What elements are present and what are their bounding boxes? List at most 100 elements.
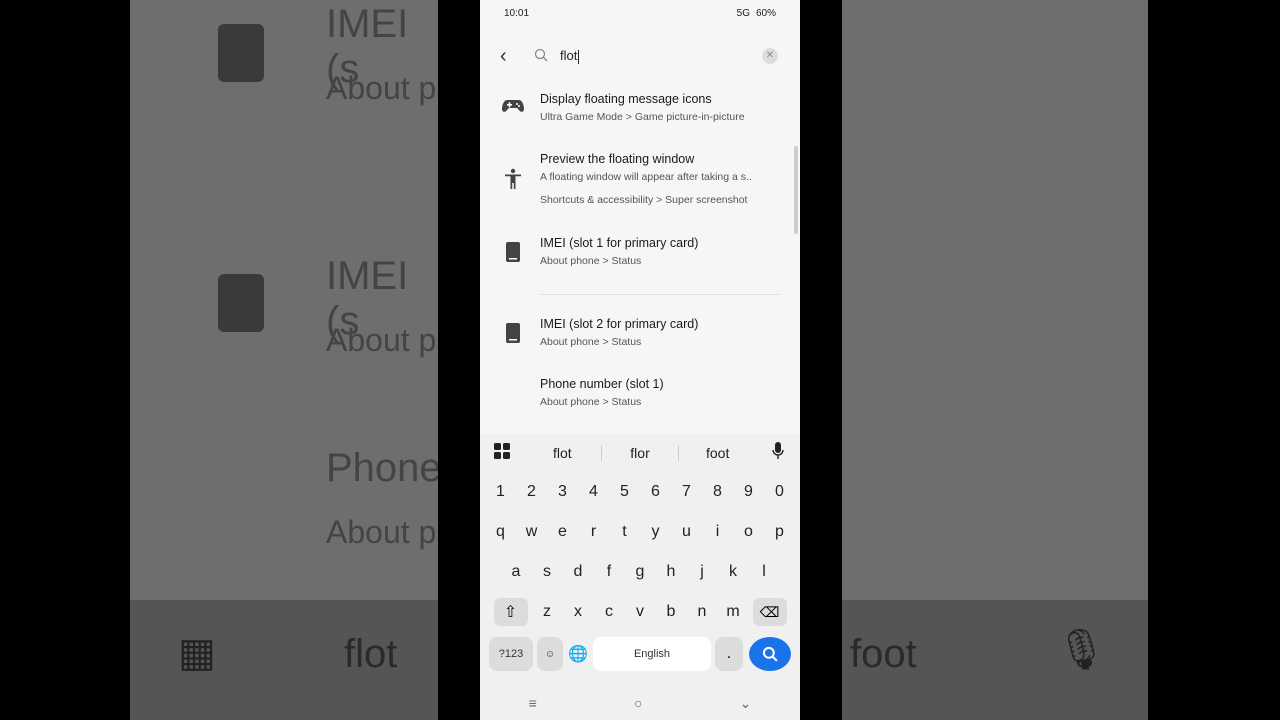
key[interactable]: d <box>563 563 594 581</box>
bg-text: About p <box>326 70 437 106</box>
background-blur-left: IMEI (s About p IMEI (s About p Phone Ab… <box>130 0 438 720</box>
symbols-key[interactable]: ?123 <box>489 637 533 671</box>
result-title: IMEI (slot 1 for primary card) <box>540 236 699 250</box>
emoji-key[interactable]: ☺ <box>537 637 563 671</box>
globe-icon[interactable]: 🌐 <box>563 644 593 664</box>
key[interactable]: v <box>625 603 656 621</box>
key[interactable]: q <box>485 523 516 541</box>
key[interactable]: o <box>733 523 764 541</box>
key[interactable]: e <box>547 523 578 541</box>
list-item[interactable]: IMEI (slot 1 for primary card) About pho… <box>480 234 800 294</box>
result-title: Display floating message icons <box>540 92 712 106</box>
key[interactable]: g <box>625 563 656 581</box>
letter-row-2: a s d f g h j k l <box>480 552 800 592</box>
grid-icon: ▦ <box>178 631 216 675</box>
key[interactable]: a <box>501 563 532 581</box>
battery-text: 60% <box>755 7 776 19</box>
key[interactable]: u <box>671 523 702 541</box>
suggestion-word[interactable]: flot <box>524 445 602 461</box>
search-icon <box>534 48 550 64</box>
key[interactable]: f <box>594 563 625 581</box>
key[interactable]: 4 <box>578 483 609 501</box>
key[interactable]: s <box>532 563 563 581</box>
suggestion-word[interactable]: flor <box>602 445 680 461</box>
phone-icon <box>500 315 526 375</box>
key[interactable]: 3 <box>547 483 578 501</box>
shift-key[interactable]: ⇧ <box>493 598 528 626</box>
clear-icon[interactable]: ✕ <box>762 48 778 64</box>
nav-bar: ≡ ○ ⌄ <box>480 686 800 720</box>
phone-screen: 10:01 5G 60% ‹ flot ✕ Display floating m… <box>480 0 800 720</box>
key[interactable]: k <box>718 563 749 581</box>
bg-text: About p <box>326 514 437 550</box>
suggestion-word[interactable]: foot <box>679 445 756 461</box>
mic-icon: 🎙 <box>1056 628 1107 672</box>
period-key[interactable]: . <box>715 637 743 671</box>
letter-row-3: ⇧ z x c v b n m ⌫ <box>480 592 800 632</box>
list-item[interactable]: Phone number (slot 1) About phone > Stat… <box>480 375 800 425</box>
key[interactable]: t <box>609 523 640 541</box>
result-title: IMEI (slot 2 for primary card) <box>540 317 699 331</box>
result-subtitle: A floating window will appear after taki… <box>540 171 752 183</box>
bg-text: flot <box>344 632 398 676</box>
search-input[interactable]: flot <box>560 48 580 64</box>
list-item[interactable]: IMEI (slot 2 for primary card) About pho… <box>480 295 800 375</box>
back-icon[interactable]: ‹ <box>500 45 522 68</box>
accessibility-icon <box>500 150 526 234</box>
scrollbar[interactable] <box>794 146 798 234</box>
result-title: Preview the floating window <box>540 152 695 166</box>
result-title: Phone number (slot 1) <box>540 377 664 391</box>
key[interactable]: 6 <box>640 483 671 501</box>
suggestion-bar: flot flor foot <box>480 434 800 472</box>
gamepad-icon <box>500 90 526 150</box>
key[interactable]: l <box>749 563 780 581</box>
phone-icon <box>218 274 264 332</box>
key[interactable]: x <box>563 603 594 621</box>
grid-icon[interactable] <box>480 442 524 464</box>
status-bar: 10:01 5G 60% <box>480 0 800 26</box>
space-key[interactable]: English <box>593 637 711 671</box>
search-go-button[interactable] <box>749 637 791 671</box>
mic-icon[interactable] <box>756 441 800 465</box>
key[interactable]: i <box>702 523 733 541</box>
search-bar: ‹ flot ✕ <box>480 26 800 86</box>
key[interactable]: 0 <box>764 483 795 501</box>
list-item[interactable]: Display floating message icons Ultra Gam… <box>480 90 800 150</box>
key[interactable]: 7 <box>671 483 702 501</box>
back-nav-icon[interactable]: ⌄ <box>740 695 752 712</box>
backspace-icon[interactable]: ⌫ <box>752 598 787 626</box>
key[interactable]: w <box>516 523 547 541</box>
bg-text: foot <box>850 632 917 676</box>
search-results: Display floating message icons Ultra Gam… <box>480 90 800 425</box>
phone-icon <box>218 24 264 82</box>
result-subtitle: About phone > Status <box>540 255 642 267</box>
key[interactable]: 8 <box>702 483 733 501</box>
result-subtitle: Ultra Game Mode > Game picture-in-pictur… <box>540 111 745 123</box>
key[interactable]: j <box>687 563 718 581</box>
list-item[interactable]: Preview the floating window A floating w… <box>480 150 800 234</box>
home-icon[interactable]: ○ <box>634 695 642 711</box>
recents-icon[interactable]: ≡ <box>529 695 537 711</box>
key[interactable]: y <box>640 523 671 541</box>
blank-icon <box>500 375 526 425</box>
key[interactable]: r <box>578 523 609 541</box>
key[interactable]: n <box>687 603 718 621</box>
key[interactable]: c <box>594 603 625 621</box>
key[interactable]: 5 <box>609 483 640 501</box>
key[interactable]: m <box>718 603 749 621</box>
bg-text: Phone <box>326 446 438 490</box>
key[interactable]: z <box>532 603 563 621</box>
key[interactable]: 9 <box>733 483 764 501</box>
signal-text: 5G <box>736 7 750 19</box>
phone-icon <box>500 234 526 294</box>
key[interactable]: b <box>656 603 687 621</box>
result-subtitle: About phone > Status <box>540 336 642 348</box>
key[interactable]: 2 <box>516 483 547 501</box>
key[interactable]: 1 <box>485 483 516 501</box>
bottom-row: ?123 ☺ 🌐 English . <box>480 632 800 676</box>
status-time: 10:01 <box>504 7 530 19</box>
key[interactable]: p <box>764 523 795 541</box>
result-path: Shortcuts & accessibility > Super screen… <box>540 194 748 206</box>
result-subtitle: About phone > Status <box>540 396 642 408</box>
key[interactable]: h <box>656 563 687 581</box>
